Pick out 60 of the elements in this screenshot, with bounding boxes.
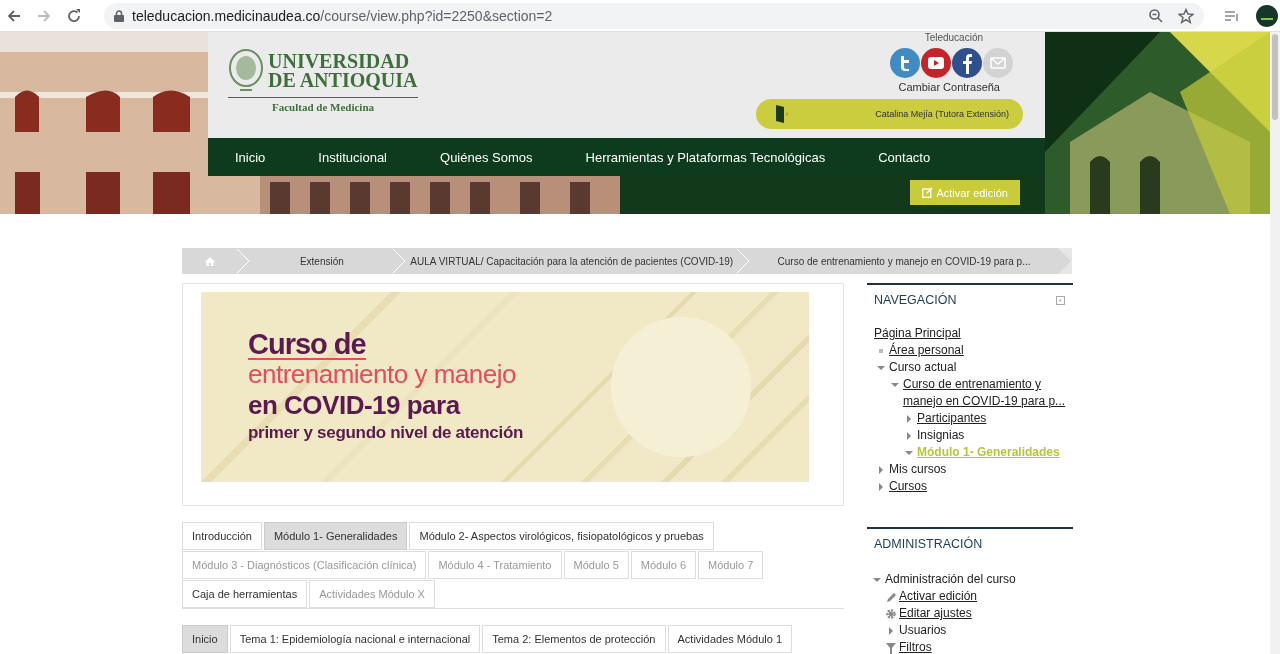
topic-tab[interactable]: Tema 1: Epidemiología nacional e internacional — [229, 625, 481, 653]
nav-link[interactable]: Editar ajustes — [899, 605, 972, 622]
section-tab[interactable]: Introducción — [182, 522, 262, 550]
change-password-link[interactable]: Cambiar Contraseña — [898, 81, 1000, 93]
university-name: UNIVERSIDAD — [268, 52, 411, 71]
nav-link[interactable]: Activar edición — [899, 588, 978, 605]
banner-heading: Curso de — [248, 330, 366, 360]
forward-icon[interactable] — [36, 7, 52, 24]
nav-link[interactable]: Cursos — [889, 478, 927, 495]
dock-icon[interactable] — [1056, 295, 1065, 305]
nav-item[interactable]: Administración del curso — [885, 571, 1016, 588]
banner-heading: entrenamiento y manejo — [248, 360, 517, 388]
menu-item[interactable]: Herramientas y Plataformas Tecnológicas — [585, 149, 826, 165]
block-title: ADMINISTRACIÓN — [874, 537, 983, 551]
seal-icon — [228, 48, 264, 94]
reload-icon[interactable] — [66, 7, 82, 24]
menu-item[interactable]: Quiénes Somos — [440, 149, 533, 165]
breadcrumb-link[interactable]: Extensión — [250, 248, 394, 274]
bullet-icon — [879, 349, 883, 353]
nav-item[interactable]: Curso actual — [889, 359, 957, 376]
url-text: teleducacion.medicinaudea.co/course/view.php?id=2250&section=2 — [132, 7, 554, 24]
section-tab[interactable]: Módulo 1- Generalidades — [263, 522, 408, 550]
menu-item[interactable]: Inicio — [235, 149, 266, 165]
nav-link[interactable]: Área personal — [889, 342, 964, 359]
edit-icon — [922, 187, 934, 198]
nav-item[interactable]: Insignias — [917, 427, 965, 444]
nav-item[interactable]: Mis cursos — [889, 461, 947, 478]
scrollbar[interactable] — [1270, 32, 1280, 654]
topic-tab[interactable]: Actividades Módulo 1 — [667, 625, 793, 653]
breadcrumb-end-arrow — [1058, 248, 1072, 274]
site-label: Teleducación — [924, 32, 983, 44]
facebook-icon[interactable] — [952, 48, 982, 78]
lock-icon — [114, 9, 124, 22]
menu-item[interactable]: Institucional — [318, 149, 387, 165]
star-icon[interactable] — [1178, 7, 1194, 24]
menu-item[interactable]: Contacto — [878, 149, 931, 165]
nav-item[interactable]: Usuarios — [899, 622, 947, 639]
banner-heading: en COVID-19 para — [248, 389, 462, 422]
avatar-icon[interactable] — [1256, 4, 1278, 27]
twitter-icon[interactable] — [890, 48, 920, 78]
youtube-icon[interactable] — [921, 48, 951, 78]
door-icon — [774, 104, 790, 124]
nav-link[interactable]: Participantes — [917, 410, 987, 427]
banner-heading: primer y segundo nivel de atención — [248, 422, 524, 444]
block-title: NAVEGACIÓN — [874, 293, 957, 307]
faculty-name: Facultad de Medicina — [270, 101, 376, 113]
section-tab[interactable]: Módulo 2- Aspectos virológicos, fisiopatológicos y pruebas — [409, 522, 714, 550]
user-menu[interactable]: Catalina Mejía (Tutora Extensión) — [756, 99, 1023, 129]
breadcrumb-link[interactable]: AULA VIRTUAL/ Capacitación para la atención de pacientes (COVID-19) — [406, 248, 738, 274]
topic-tab[interactable]: Tema 2: Elementos de protección — [482, 625, 666, 653]
zoom-icon[interactable] — [1148, 7, 1164, 24]
back-icon[interactable] — [6, 7, 22, 24]
nav-link[interactable]: Filtros — [899, 639, 932, 654]
topic-tab[interactable]: Inicio — [182, 625, 228, 653]
university-name: DE ANTIOQUIA — [268, 71, 418, 90]
address-bar[interactable]: teleducacion.medicinaudea.co/course/view.php?id=2250&section=2 — [104, 2, 1204, 29]
nav-link[interactable]: Página Principal — [874, 325, 961, 342]
section-tab[interactable]: Caja de herramientas — [182, 580, 308, 608]
home-icon — [204, 256, 215, 266]
nav-link[interactable]: Curso de entrenamiento y manejo en COVID-19 para p... — [903, 376, 1073, 410]
